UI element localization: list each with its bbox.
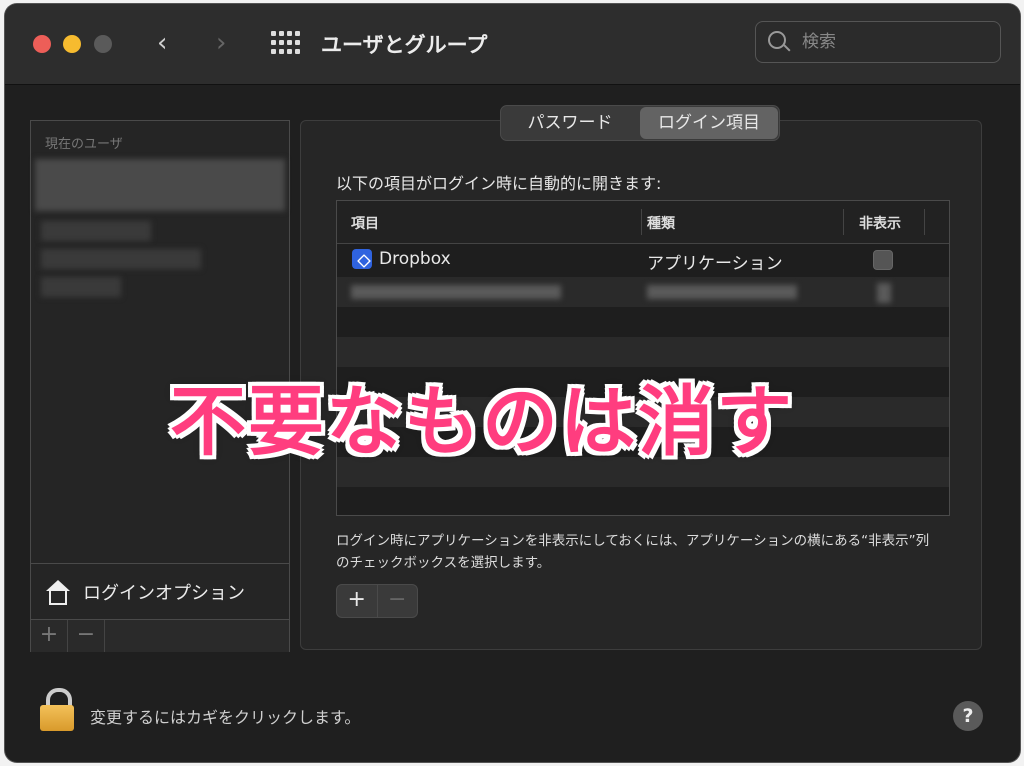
column-header-item[interactable]: 項目 xyxy=(351,213,379,233)
current-users-header: 現在のユーザ xyxy=(45,137,123,152)
blurred-user-row[interactable] xyxy=(41,221,151,241)
hide-checkbox[interactable] xyxy=(873,250,893,270)
titlebar: ‹ › ユーザとグループ xyxy=(5,4,1020,85)
blurred-user-row[interactable] xyxy=(35,159,285,211)
add-user-button[interactable]: + xyxy=(31,620,68,652)
blurred-item-name xyxy=(351,285,561,299)
table-row[interactable] xyxy=(337,277,949,307)
zoom-button[interactable] xyxy=(94,35,112,53)
column-header-hide[interactable]: 非表示 xyxy=(859,213,901,233)
search-input[interactable] xyxy=(800,30,984,54)
add-login-item-button[interactable]: + xyxy=(337,585,378,617)
blurred-item-kind xyxy=(647,285,797,299)
users-buttons-bar: + − xyxy=(31,619,289,652)
annotation-overlay-text: 不要なものは消す xyxy=(170,377,794,466)
lock-icon[interactable] xyxy=(40,688,74,731)
login-options-label: ログインオプション xyxy=(83,583,245,604)
tab-login-items[interactable]: ログイン項目 xyxy=(640,107,778,139)
item-name: Dropbox xyxy=(379,249,451,269)
remove-login-item-button[interactable]: − xyxy=(378,585,418,617)
grid-icon[interactable] xyxy=(271,31,300,55)
lock-hint-text: 変更するにはカギをクリックします。 xyxy=(90,708,361,727)
add-remove-buttons: + − xyxy=(336,584,418,618)
search-box[interactable] xyxy=(755,21,1001,63)
hide-column-note: ログイン時にアプリケーションを非表示にしておくには、アプリケーションの横にある“… xyxy=(336,533,930,571)
back-button[interactable]: ‹ xyxy=(157,26,167,60)
blurred-user-row[interactable] xyxy=(41,249,201,269)
blurred-checkbox xyxy=(877,283,891,303)
login-items-intro: 以下の項目がログイン時に自動的に開きます: xyxy=(336,174,662,193)
house-icon xyxy=(45,580,71,605)
table-row[interactable]: Dropbox アプリケーション xyxy=(337,245,949,275)
table-header: 項目 種類 非表示 xyxy=(337,201,949,244)
dropbox-icon xyxy=(352,249,372,269)
tab-bar: パスワード ログイン項目 xyxy=(500,105,780,141)
remove-user-button[interactable]: − xyxy=(68,620,105,652)
blurred-user-row[interactable] xyxy=(41,277,121,297)
window-title: ユーザとグループ xyxy=(321,33,488,57)
search-icon xyxy=(768,31,786,49)
login-options-row[interactable]: ログインオプション xyxy=(31,563,289,620)
close-button[interactable] xyxy=(33,35,51,53)
column-header-kind[interactable]: 種類 xyxy=(647,213,675,233)
help-button[interactable]: ? xyxy=(953,701,983,731)
minimize-button[interactable] xyxy=(63,35,81,53)
forward-button[interactable]: › xyxy=(216,26,226,60)
tab-password[interactable]: パスワード xyxy=(501,106,639,140)
item-kind: アプリケーション xyxy=(647,254,783,274)
